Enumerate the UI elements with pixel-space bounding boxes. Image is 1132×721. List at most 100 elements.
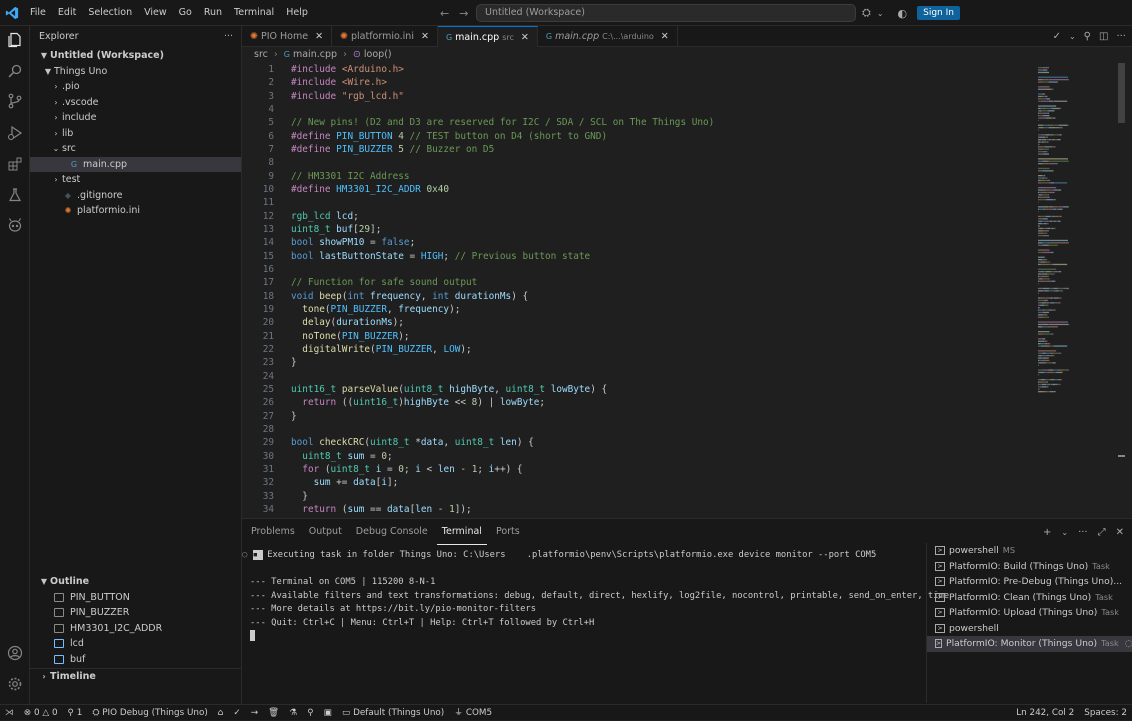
maximize-panel-icon[interactable]: ⤢ <box>1098 527 1106 538</box>
source-control-icon[interactable] <box>0 87 30 115</box>
tree-item-src[interactable]: ⌄ src <box>30 141 241 157</box>
settings-gear-icon[interactable] <box>0 670 30 698</box>
platformio-alien-icon[interactable] <box>0 211 30 239</box>
back-arrow-icon[interactable]: ← <box>440 7 449 20</box>
chevron-down-icon[interactable]: ⌄ <box>877 9 884 18</box>
split-editor-icon[interactable]: ◫ <box>1099 31 1108 42</box>
pio-test-icon[interactable]: ⚗ <box>284 705 302 721</box>
sign-in-button[interactable]: Sign In <box>917 6 960 20</box>
pio-home-icon[interactable]: ⌂ <box>213 705 229 721</box>
run-debug-icon[interactable] <box>0 119 30 147</box>
close-icon[interactable]: ✕ <box>521 27 529 48</box>
panel-tab-problems[interactable]: Problems <box>246 519 300 545</box>
env-status[interactable]: ▭ Default (Things Uno) <box>337 705 449 721</box>
tree-item-lib[interactable]: › lib <box>30 126 241 142</box>
menu-item-selection[interactable]: Selection <box>82 0 138 26</box>
tab-pio-home[interactable]: ✺ PIO Home ✕ <box>242 26 333 47</box>
menu-item-terminal[interactable]: Terminal <box>228 0 280 26</box>
code-editor[interactable]: 1 #include <Arduino.h> 2 #include <Wire.h> 3… <box>242 63 1040 514</box>
breadcrumb-symbol[interactable]: loop() <box>364 49 392 60</box>
panel-tab-terminal[interactable]: Terminal <box>436 520 487 545</box>
outline-item[interactable]: lcd <box>30 636 242 652</box>
problems-status[interactable]: ⊗ 0 △ 0 <box>19 705 63 721</box>
workspace-root[interactable]: ▼ Untitled (Workspace) <box>30 48 241 64</box>
chevron-down-icon[interactable]: ⌄ <box>1069 32 1076 41</box>
pin-icon[interactable]: ⚲ <box>1084 31 1091 42</box>
menu-item-file[interactable]: File <box>24 0 52 26</box>
more-actions-icon[interactable]: ··· <box>1116 31 1126 42</box>
close-panel-icon[interactable]: ✕ <box>1116 527 1124 538</box>
terminal-list-item[interactable]: > PlatformIO: Monitor (Things Uno) Task ◌ <box>927 636 1132 652</box>
outline-item[interactable]: HM3301_I2C_ADDR <box>30 621 242 637</box>
panel-tab-output[interactable]: Output <box>304 519 347 545</box>
tree-item--vscode[interactable]: › .vscode <box>30 95 241 111</box>
outline-item[interactable]: PIN_BUZZER <box>30 605 242 621</box>
pio-monitor-icon[interactable]: ⚲ <box>302 705 318 721</box>
breadcrumb-folder[interactable]: src <box>254 49 268 60</box>
copilot-icon[interactable]: ⛭ <box>862 6 871 20</box>
extensions-icon[interactable] <box>0 150 30 178</box>
minimap[interactable] <box>1036 63 1116 514</box>
new-terminal-icon[interactable]: + <box>1043 527 1051 538</box>
minimap-line <box>1057 383 1058 386</box>
tree-item-include[interactable]: › include <box>30 110 241 126</box>
outline-header[interactable]: ▼ Outline <box>30 574 242 590</box>
panel-tab-debug-console[interactable]: Debug Console <box>351 519 433 545</box>
menu-item-run[interactable]: Run <box>198 0 228 26</box>
breadcrumb-file[interactable]: main.cpp <box>293 49 337 60</box>
line-number: 3 <box>268 90 274 102</box>
terminal-list-item[interactable]: > PlatformIO: Clean (Things Uno) Task <box>927 590 1132 606</box>
panel-tab-ports[interactable]: Ports <box>491 519 525 545</box>
debug-status[interactable]: ⛭ PIO Debug (Things Uno) <box>87 705 212 721</box>
chevron-down-icon[interactable]: ⌄ <box>1061 528 1068 537</box>
menu-item-view[interactable]: View <box>138 0 173 26</box>
explorer-icon[interactable] <box>0 26 30 54</box>
pio-upload-icon[interactable]: → <box>246 705 263 721</box>
terminal-list-item[interactable]: > PlatformIO: Build (Things Uno) Task <box>927 559 1132 575</box>
tree-item-test[interactable]: › test <box>30 172 241 188</box>
outline-item[interactable]: buf <box>30 652 242 668</box>
timeline-header[interactable]: › Timeline <box>30 667 242 684</box>
close-icon[interactable]: ✕ <box>421 26 429 47</box>
tree-item--pio[interactable]: › .pio <box>30 79 241 95</box>
terminal-output[interactable]: ○ ▪ Executing task in folder Things Uno:… <box>242 549 949 699</box>
tree-item-main-cpp[interactable]: G main.cpp <box>30 156 241 172</box>
tab-platformio-ini[interactable]: ✺ platformio.ini ✕ <box>332 26 438 47</box>
forward-arrow-icon[interactable]: → <box>459 7 468 20</box>
checkmark-icon[interactable]: ✓ <box>1053 31 1061 42</box>
close-icon[interactable]: ✕ <box>315 26 323 47</box>
scrollbar-thumb[interactable] <box>1118 63 1125 123</box>
tab-main-cpp[interactable]: Gmain.cpp src ✕ <box>437 26 538 48</box>
remote-icon[interactable]: ⋊ <box>0 705 19 721</box>
pio-terminal-icon[interactable]: ▣ <box>319 705 337 721</box>
editor-scrollbar[interactable] <box>1116 63 1126 514</box>
indentation-status[interactable]: Spaces: 2 <box>1079 705 1132 721</box>
more-actions-icon[interactable]: ··· <box>224 26 233 48</box>
minimap-line <box>1048 139 1049 141</box>
menu-item-help[interactable]: Help <box>280 0 314 26</box>
terminal-list-item[interactable]: > PlatformIO: Pre-Debug (Things Uno)... <box>927 574 1132 590</box>
terminal-list-item[interactable]: > PlatformIO: Upload (Things Uno) Task <box>927 605 1132 621</box>
cursor-position[interactable]: Ln 242, Col 2 <box>1011 705 1079 721</box>
port-status[interactable]: ⏚ COM5 <box>449 705 497 721</box>
menu-item-go[interactable]: Go <box>173 0 198 26</box>
search-icon[interactable] <box>0 57 30 85</box>
outline-item[interactable]: PIN_BUTTON <box>30 590 242 606</box>
terminal-list-item[interactable]: > powershell MS <box>927 543 1132 559</box>
pio-build-icon[interactable]: ✓ <box>228 705 245 721</box>
close-icon[interactable]: ✕ <box>661 26 669 47</box>
testing-flask-icon[interactable] <box>0 181 30 209</box>
tab-main-cpp[interactable]: Gmain.cpp C:\...\arduino ✕ <box>538 26 678 47</box>
more-actions-icon[interactable]: ··· <box>1078 527 1088 538</box>
ports-status[interactable]: ⚲ 1 <box>63 705 88 721</box>
account-icon[interactable] <box>0 639 30 667</box>
tree-item--gitignore[interactable]: ◆ .gitignore <box>30 188 241 204</box>
accounts-globe-icon[interactable]: ◐ <box>898 7 908 20</box>
pio-clean-icon[interactable]: 🗑 <box>263 705 284 721</box>
menu-item-edit[interactable]: Edit <box>52 0 82 26</box>
command-center-search[interactable]: Untitled (Workspace) <box>476 4 856 22</box>
tree-item-platformio-ini[interactable]: ✺ platformio.ini <box>30 203 241 219</box>
terminal-list-item[interactable]: > powershell <box>927 621 1132 637</box>
project-folder[interactable]: ▼ Things Uno <box>30 64 241 80</box>
minimap-line <box>1053 309 1054 311</box>
